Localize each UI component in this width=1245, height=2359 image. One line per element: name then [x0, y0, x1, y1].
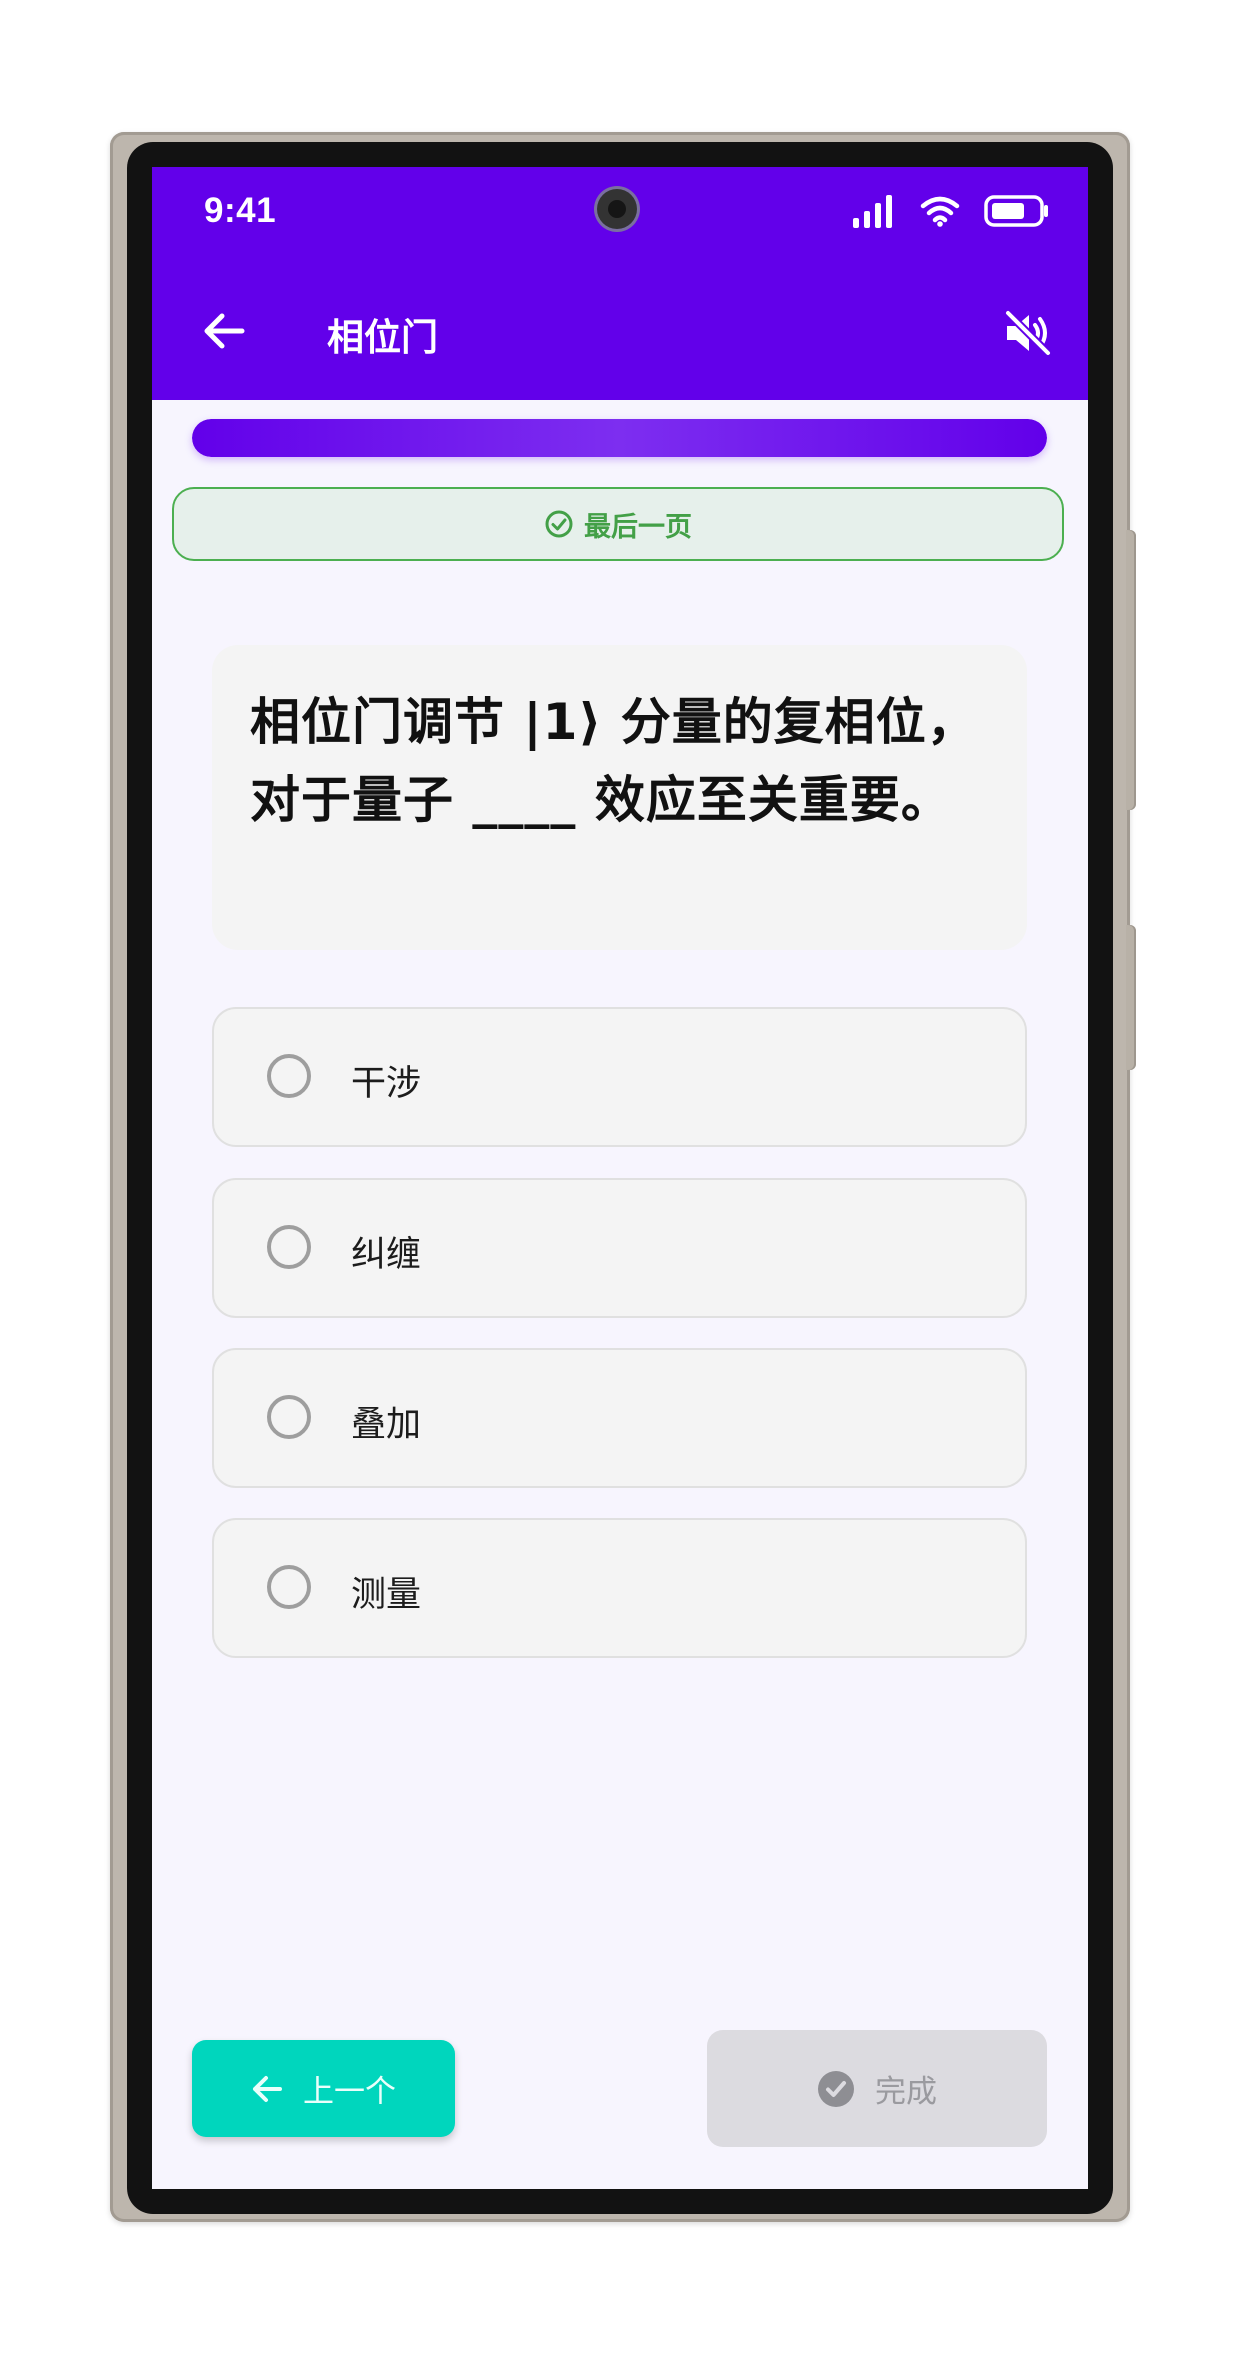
progress-fill — [192, 419, 1047, 457]
option-label: 干涉 — [351, 1064, 422, 1104]
volume-mute-icon — [1004, 309, 1052, 357]
progress-bar — [192, 419, 1047, 457]
check-circle-filled-icon — [818, 2070, 854, 2107]
finish-button[interactable]: 完成 — [707, 2030, 1047, 2147]
option-interference[interactable]: 干涉 — [212, 1007, 1027, 1147]
question-text: 相位门调节 |1⟩ 分量的复相位，对于量子 ____ 效应至关重要。 — [250, 693, 978, 829]
screen: 9:41 相位门 最后一页 相位门调节 |1⟩ 分量的复相位，对于量子 ____… — [152, 167, 1088, 2189]
nav-row: 相位门 — [152, 297, 1088, 367]
wifi-icon — [920, 196, 960, 227]
option-measurement[interactable]: 测量 — [212, 1518, 1027, 1658]
finish-label: 完成 — [875, 2074, 937, 2110]
last-page-badge: 最后一页 — [172, 487, 1064, 561]
mute-button[interactable] — [998, 303, 1058, 363]
radio-button[interactable] — [267, 1225, 311, 1269]
radio-button[interactable] — [267, 1395, 311, 1439]
option-label: 叠加 — [351, 1405, 422, 1445]
battery-icon — [984, 195, 1048, 227]
back-button[interactable] — [196, 303, 252, 359]
arrow-left-icon — [253, 2075, 282, 2102]
radio-button[interactable] — [267, 1054, 311, 1098]
power-key — [1126, 925, 1136, 1070]
volume-key — [1126, 530, 1136, 810]
option-entanglement[interactable]: 纠缠 — [212, 1178, 1027, 1318]
previous-label: 上一个 — [303, 2074, 396, 2110]
front-camera — [597, 189, 637, 229]
status-time: 9:41 — [204, 191, 277, 230]
page-title: 相位门 — [327, 316, 438, 359]
arrow-left-icon — [204, 313, 245, 349]
last-page-label: 最后一页 — [584, 511, 692, 543]
option-label: 纠缠 — [351, 1235, 422, 1275]
option-superposition[interactable]: 叠加 — [212, 1348, 1027, 1488]
question-card: 相位门调节 |1⟩ 分量的复相位，对于量子 ____ 效应至关重要。 — [212, 645, 1027, 950]
signal-icon — [853, 195, 892, 228]
option-label: 测量 — [351, 1575, 422, 1615]
previous-button[interactable]: 上一个 — [192, 2040, 455, 2137]
radio-button[interactable] — [267, 1565, 311, 1609]
app-header: 9:41 相位门 — [152, 167, 1088, 400]
check-circle-icon — [545, 510, 573, 538]
status-icons — [852, 194, 1050, 228]
